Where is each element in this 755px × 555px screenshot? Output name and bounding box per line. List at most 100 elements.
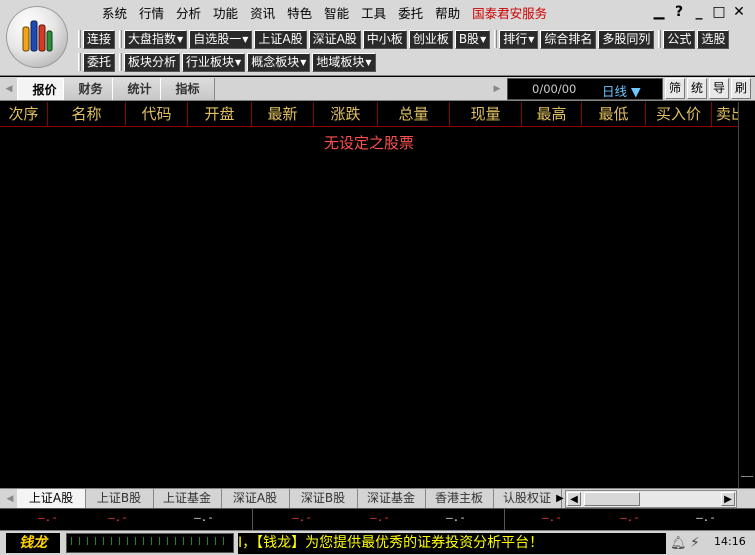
scroll-thumb[interactable] bbox=[584, 492, 640, 506]
toolbar-button-toolbar_row2-3[interactable]: 概念板块 ▼ bbox=[247, 52, 311, 72]
maximize-button[interactable]: □ bbox=[709, 3, 729, 23]
menu-7[interactable]: 工具 bbox=[355, 4, 392, 24]
toolbar-grip[interactable] bbox=[119, 30, 123, 48]
toolbar-grip[interactable] bbox=[494, 30, 498, 48]
toolbar-grip[interactable] bbox=[78, 53, 81, 71]
dropdown-arrow-icon: ▼ bbox=[242, 34, 249, 44]
app-window: { "menu": ["系统","行情","分析","功能","资讯","特色"… bbox=[0, 0, 755, 555]
meter-segment bbox=[103, 537, 104, 545]
toolbar-button-label: 深证A股 bbox=[312, 31, 357, 46]
market-tab-6[interactable]: 香港主板 bbox=[425, 489, 494, 508]
filter-button[interactable]: 筛 bbox=[665, 78, 685, 99]
column-header-9[interactable]: 最低 bbox=[582, 102, 646, 127]
toolbar-button-toolbar_row1-3[interactable]: 上证A股 bbox=[254, 29, 307, 49]
market-tab-5[interactable]: 深证基金 bbox=[357, 489, 426, 508]
export-button[interactable]: 导 bbox=[709, 78, 729, 99]
market-tab-bar: ◀ 上证A股 上证B股 上证基金 深证A股 深证B股 深证基金 香港主板 认股权证 ▶ ◀ ▶ bbox=[0, 488, 755, 508]
column-header-1[interactable]: 名称 bbox=[48, 102, 126, 127]
close-button[interactable]: ✕ bbox=[729, 3, 749, 23]
toolbar-button-label: 创业板 bbox=[412, 31, 449, 46]
toolbar-grip[interactable] bbox=[658, 30, 662, 48]
toolbar-button-toolbar_row1-5[interactable]: 中小板 bbox=[362, 29, 407, 49]
clock: 14:16 bbox=[714, 535, 746, 548]
menu-8[interactable]: 委托 bbox=[392, 4, 429, 24]
menu-9[interactable]: 帮助 bbox=[429, 4, 466, 24]
market-tab-right-icon[interactable]: ▶ bbox=[555, 491, 565, 507]
column-header-8[interactable]: 最高 bbox=[522, 102, 582, 127]
menu-6[interactable]: 智能 bbox=[318, 4, 355, 24]
tab-scroll-left-icon[interactable]: ◀ bbox=[3, 80, 15, 98]
minimize-button[interactable]: _ bbox=[689, 3, 709, 23]
toolbar-button-toolbar_row1-2[interactable]: 自选股一 ▼ bbox=[189, 29, 253, 49]
menu-2[interactable]: 分析 bbox=[170, 4, 207, 24]
toolbar-grip[interactable] bbox=[119, 53, 123, 71]
column-header-7[interactable]: 现量 bbox=[450, 102, 522, 127]
toolbar-button-toolbar_row1-7[interactable]: B股 ▼ bbox=[454, 29, 491, 49]
toolbar-button-label: B股 bbox=[458, 31, 480, 46]
status-brand-logo[interactable]: 钱龙 bbox=[6, 533, 60, 553]
connection-icon[interactable]: ⚡ bbox=[690, 535, 700, 551]
toolbar-button-toolbar_row1-8[interactable]: 排行 ▼ bbox=[499, 29, 539, 49]
toolbar-button-label: 委托 bbox=[87, 54, 112, 69]
toolbar-grip[interactable] bbox=[78, 30, 81, 48]
index-value-1: —.- bbox=[108, 511, 128, 524]
market-tab-0[interactable]: 上证A股 bbox=[17, 489, 86, 508]
toolbar-button-toolbar_row2-0[interactable]: 委托 bbox=[83, 52, 116, 72]
market-tab-4[interactable]: 深证B股 bbox=[289, 489, 358, 508]
toolbar-button-toolbar_row1-11[interactable]: 公式 bbox=[663, 29, 696, 49]
column-header-0[interactable]: 次序 bbox=[0, 102, 48, 127]
index-value-5: —.- bbox=[446, 511, 466, 524]
meter-segment bbox=[119, 537, 120, 545]
index-value-7: —.- bbox=[620, 511, 640, 524]
column-header-4[interactable]: 最新 bbox=[252, 102, 314, 127]
menu-4[interactable]: 资讯 bbox=[244, 4, 281, 24]
menu-5[interactable]: 特色 bbox=[281, 4, 318, 24]
column-header-5[interactable]: 涨跌 bbox=[314, 102, 378, 127]
column-header-11[interactable]: 卖出价 bbox=[712, 102, 738, 127]
vertical-scrollbar[interactable] bbox=[738, 102, 755, 488]
toolbar-button-toolbar_row2-1[interactable]: 板块分析 bbox=[124, 52, 181, 72]
bell-icon[interactable]: 🔔︎ bbox=[670, 536, 687, 551]
tab-finance[interactable]: 财务 bbox=[63, 78, 118, 100]
menu-3[interactable]: 功能 bbox=[207, 4, 244, 24]
toolbar-button-toolbar_row1-9[interactable]: 综合排名 bbox=[540, 29, 597, 49]
market-tab-3[interactable]: 深证A股 bbox=[221, 489, 290, 508]
scroll-left-icon[interactable]: ◀ bbox=[567, 492, 581, 506]
menu-0[interactable]: 系统 bbox=[96, 4, 133, 24]
date-period-box: 0/00/00 日线 ▼ bbox=[507, 78, 663, 100]
menu-1[interactable]: 行情 bbox=[133, 4, 170, 24]
column-header-2[interactable]: 代码 bbox=[126, 102, 188, 127]
minimize-tray-button[interactable]: ▁ bbox=[649, 3, 669, 23]
period-select[interactable]: 日线 ▼ bbox=[602, 81, 641, 100]
toolbar-button-toolbar_row1-4[interactable]: 深证A股 bbox=[308, 29, 361, 49]
horizontal-scrollbar[interactable]: ◀ ▶ bbox=[565, 490, 737, 508]
toolbar-button-toolbar_row1-6[interactable]: 创业板 bbox=[408, 29, 453, 49]
news-ticker[interactable]: I，【钱龙】为您提供最优秀的证券投资分析平台！ bbox=[238, 533, 666, 554]
column-header-3[interactable]: 开盘 bbox=[188, 102, 252, 127]
help-button[interactable]: ? bbox=[669, 3, 689, 23]
toolbar-button-toolbar_row1-1[interactable]: 大盘指数 ▼ bbox=[124, 29, 188, 49]
stats-button[interactable]: 统 bbox=[687, 78, 707, 99]
column-header-6[interactable]: 总量 bbox=[378, 102, 450, 127]
toolbar-button-toolbar_row1-0[interactable]: 连接 bbox=[83, 29, 116, 49]
market-tab-left-icon[interactable]: ◀ bbox=[3, 491, 17, 507]
meter-segment bbox=[143, 537, 144, 545]
meter-segment bbox=[167, 537, 168, 545]
toolbar-button-toolbar_row2-2[interactable]: 行业板块 ▼ bbox=[182, 52, 246, 72]
toolbar-button-toolbar_row1-12[interactable]: 选股 bbox=[697, 29, 730, 49]
market-tab-1[interactable]: 上证B股 bbox=[85, 489, 154, 508]
scroll-down-arrow-icon[interactable] bbox=[741, 476, 753, 488]
tab-scroll-right-icon[interactable]: ▶ bbox=[491, 80, 503, 98]
tab-statistics[interactable]: 统计 bbox=[112, 78, 167, 100]
tab-indicators[interactable]: 指标 bbox=[160, 78, 215, 100]
refresh-button[interactable]: 刷 bbox=[731, 78, 751, 99]
toolbar-button-toolbar_row1-10[interactable]: 多股同列 bbox=[598, 29, 655, 49]
app-logo[interactable] bbox=[6, 6, 68, 68]
scroll-right-icon[interactable]: ▶ bbox=[721, 492, 735, 506]
toolbar-button-toolbar_row2-4[interactable]: 地域板块 ▼ bbox=[312, 52, 376, 72]
menu-brand-service[interactable]: 国泰君安服务 bbox=[466, 4, 553, 24]
toolbar-button-label: 综合排名 bbox=[544, 31, 593, 46]
market-tab-2[interactable]: 上证基金 bbox=[153, 489, 222, 508]
column-header-10[interactable]: 买入价 bbox=[646, 102, 712, 127]
market-tab-7[interactable]: 认股权证 bbox=[493, 489, 562, 508]
